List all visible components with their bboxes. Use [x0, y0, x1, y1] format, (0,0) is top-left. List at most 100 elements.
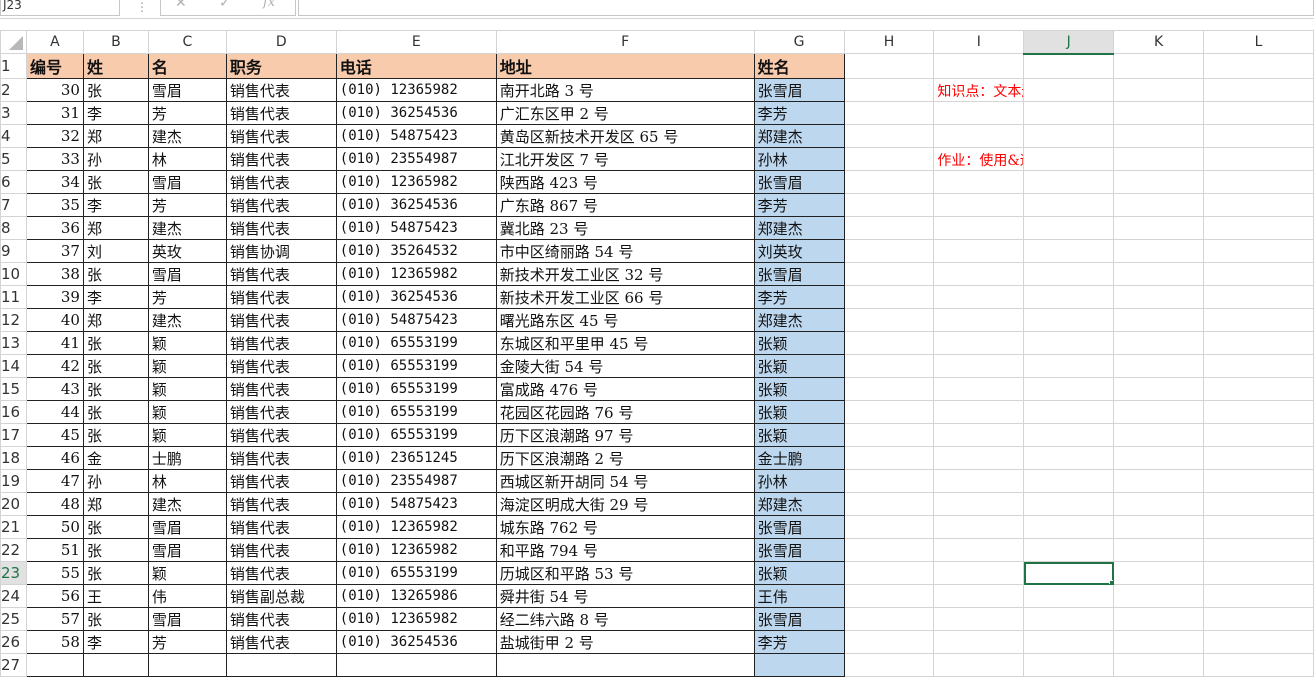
cell-h7[interactable]: [843, 193, 935, 217]
cell-i23[interactable]: [933, 561, 1025, 585]
cell-b13[interactable]: 张: [82, 331, 149, 355]
cell-a4[interactable]: 32: [25, 124, 84, 148]
cell-h19[interactable]: [843, 469, 935, 493]
cell-b16[interactable]: 张: [82, 400, 149, 424]
row-header[interactable]: 11: [0, 285, 27, 309]
resize-handle-icon[interactable]: ⋮: [136, 0, 148, 14]
cell-l23[interactable]: [1203, 561, 1314, 585]
cell-c19[interactable]: 林: [147, 469, 227, 493]
cell-c14[interactable]: 颖: [147, 354, 227, 378]
cell-e2[interactable]: (010) 12365982: [335, 78, 497, 102]
row-header[interactable]: 16: [0, 400, 27, 424]
cell-c9[interactable]: 英玫: [147, 239, 227, 263]
cell-h10[interactable]: [843, 262, 935, 286]
cell-b20[interactable]: 郑: [82, 492, 149, 516]
cell-k21[interactable]: [1113, 515, 1205, 539]
row-header[interactable]: 10: [0, 262, 27, 286]
cell-i11[interactable]: [933, 285, 1025, 309]
cell[interactable]: [1203, 653, 1314, 677]
cell-l7[interactable]: [1203, 193, 1314, 217]
cell-i15[interactable]: [933, 377, 1025, 401]
cell-g4[interactable]: 郑建杰: [753, 124, 845, 148]
cell-d1[interactable]: 职务: [225, 53, 337, 79]
cell-i22[interactable]: [933, 538, 1025, 562]
cell-j7[interactable]: [1023, 193, 1115, 217]
cell-i24[interactable]: [933, 584, 1025, 608]
row-header[interactable]: 24: [0, 584, 27, 608]
cell-g11[interactable]: 李芳: [753, 285, 845, 309]
cell-h3[interactable]: [843, 101, 935, 125]
cell-b11[interactable]: 李: [82, 285, 149, 309]
cell-g16[interactable]: 张颖: [753, 400, 845, 424]
column-header-d[interactable]: D: [225, 30, 337, 54]
cell-l18[interactable]: [1203, 446, 1314, 470]
cell-e3[interactable]: (010) 36254536: [335, 101, 497, 125]
cell-a15[interactable]: 43: [25, 377, 84, 401]
cell-g8[interactable]: 郑建杰: [753, 216, 845, 240]
cell-b2[interactable]: 张: [82, 78, 149, 102]
row-header[interactable]: 21: [0, 515, 27, 539]
cell-i17[interactable]: [933, 423, 1025, 447]
cell-d10[interactable]: 销售代表: [225, 262, 337, 286]
cell-i25[interactable]: [933, 607, 1025, 631]
formula-input[interactable]: [298, 0, 1314, 16]
cell-h15[interactable]: [843, 377, 935, 401]
cell-d25[interactable]: 销售代表: [225, 607, 337, 631]
cell-a6[interactable]: 34: [25, 170, 84, 194]
cell-e9[interactable]: (010) 35264532: [335, 239, 497, 263]
cell-g10[interactable]: 张雪眉: [753, 262, 845, 286]
cell-j12[interactable]: [1023, 308, 1115, 332]
cell-k10[interactable]: [1113, 262, 1205, 286]
cell-c11[interactable]: 芳: [147, 285, 227, 309]
cell-f8[interactable]: 冀北路 23 号: [495, 216, 755, 240]
row-header[interactable]: 9: [0, 239, 27, 263]
cell-i26[interactable]: [933, 630, 1025, 654]
cell-k18[interactable]: [1113, 446, 1205, 470]
cell-i3[interactable]: [933, 101, 1025, 125]
cell-b3[interactable]: 李: [82, 101, 149, 125]
cell-h4[interactable]: [843, 124, 935, 148]
cell-k17[interactable]: [1113, 423, 1205, 447]
cell-j3[interactable]: [1023, 101, 1115, 125]
cell-g21[interactable]: 张雪眉: [753, 515, 845, 539]
enter-icon[interactable]: ✓: [219, 0, 231, 12]
cell-j8[interactable]: [1023, 216, 1115, 240]
cell-j21[interactable]: [1023, 515, 1115, 539]
cell-b18[interactable]: 金: [82, 446, 149, 470]
cell-l9[interactable]: [1203, 239, 1314, 263]
cell-d16[interactable]: 销售代表: [225, 400, 337, 424]
cell-d12[interactable]: 销售代表: [225, 308, 337, 332]
cell-g22[interactable]: 张雪眉: [753, 538, 845, 562]
cell-l11[interactable]: [1203, 285, 1314, 309]
cell-f5[interactable]: 江北开发区 7 号: [495, 147, 755, 171]
cell-i20[interactable]: [933, 492, 1025, 516]
cell-k5[interactable]: [1113, 147, 1205, 171]
cell-l25[interactable]: [1203, 607, 1314, 631]
cell-i13[interactable]: [933, 331, 1025, 355]
cell-c21[interactable]: 雪眉: [147, 515, 227, 539]
cell-e15[interactable]: (010) 65553199: [335, 377, 497, 401]
cell-k20[interactable]: [1113, 492, 1205, 516]
cell-a19[interactable]: 47: [25, 469, 84, 493]
cell-c15[interactable]: 颖: [147, 377, 227, 401]
cell-j9[interactable]: [1023, 239, 1115, 263]
cell-l21[interactable]: [1203, 515, 1314, 539]
cell-e11[interactable]: (010) 36254536: [335, 285, 497, 309]
cell-h2[interactable]: [843, 78, 935, 102]
cell-e14[interactable]: (010) 65553199: [335, 354, 497, 378]
cell-i10[interactable]: [933, 262, 1025, 286]
cell-k7[interactable]: [1113, 193, 1205, 217]
cell-l6[interactable]: [1203, 170, 1314, 194]
cell-a11[interactable]: 39: [25, 285, 84, 309]
cell-l2[interactable]: [1203, 78, 1314, 102]
cell-i4[interactable]: [933, 124, 1025, 148]
row-header[interactable]: 5: [0, 147, 27, 171]
cell-j1[interactable]: [1023, 53, 1115, 79]
cell[interactable]: [82, 653, 149, 677]
cell-e26[interactable]: (010) 36254536: [335, 630, 497, 654]
cell[interactable]: [147, 653, 227, 677]
cell-g24[interactable]: 王伟: [753, 584, 845, 608]
cell-l20[interactable]: [1203, 492, 1314, 516]
cell-h11[interactable]: [843, 285, 935, 309]
cell-l8[interactable]: [1203, 216, 1314, 240]
